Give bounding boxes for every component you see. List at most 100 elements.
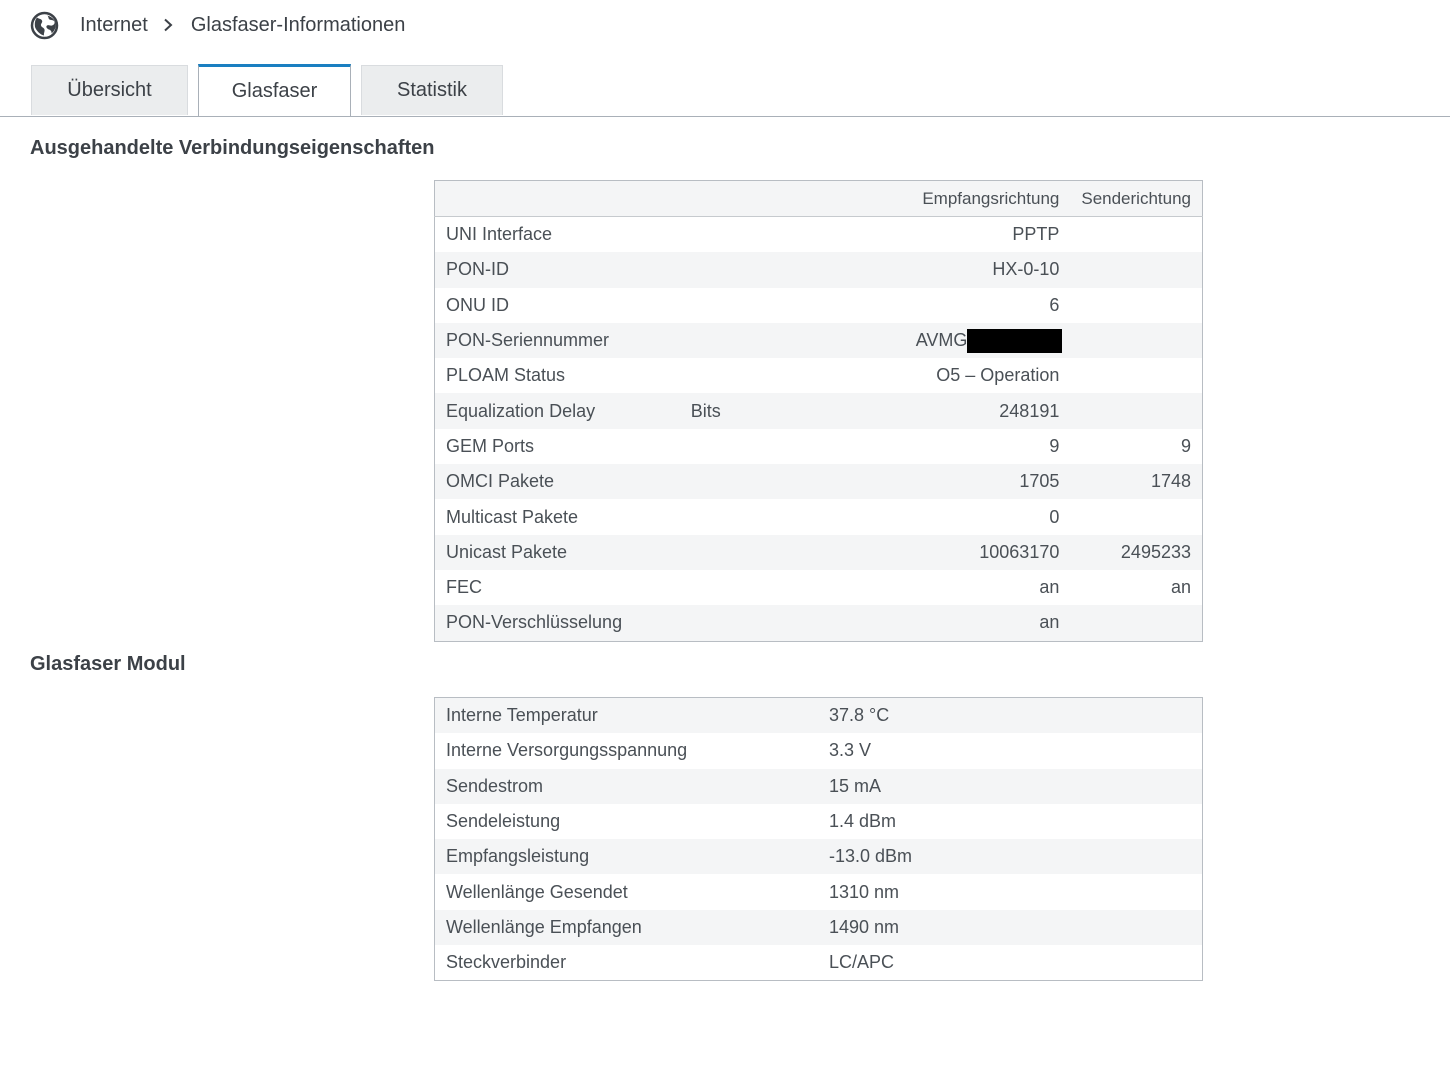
- header-unit: [679, 180, 813, 217]
- row-tx-value: 1748: [1070, 464, 1203, 500]
- table-row: Equalization Delay Bits 248191: [434, 393, 1203, 429]
- row-unit: [680, 358, 813, 393]
- table-row: Unicast Pakete 10063170 2495233: [434, 534, 1203, 570]
- row-label: ONU ID: [446, 294, 509, 315]
- row-value: LC/APC: [829, 952, 895, 973]
- row-label: PON-Seriennummer: [434, 322, 680, 359]
- table-row: GEM Ports 9 9: [435, 429, 1203, 464]
- table-header-row: Empfangsrichtung Senderichtung: [434, 180, 1203, 217]
- row-rx-value: 10063170: [812, 534, 1071, 570]
- tab-statistik[interactable]: Statistik: [361, 65, 503, 115]
- connection-heading: Ausgehandelte Verbindungseigenschaften: [30, 137, 435, 159]
- row-tx-value: 2495233: [1070, 534, 1203, 570]
- table-row: Interne Temperatur 37.8 °C: [434, 697, 1203, 734]
- row-label: PON-Verschlüsselung: [434, 605, 680, 642]
- row-unit: [679, 322, 813, 359]
- module-heading: Glasfaser Modul: [30, 653, 186, 675]
- table-row: Empfangsleistung -13.0 dBm: [434, 839, 1203, 875]
- table-row: UNI Interface PPTP: [435, 217, 1203, 253]
- row-label: UNI Interface: [446, 224, 553, 245]
- row-tx-value: [1070, 217, 1202, 253]
- table-row: PON-Verschlüsselung an: [434, 605, 1203, 642]
- breadcrumb-current: Glasfaser-Informationen: [190, 13, 406, 36]
- row-label: PLOAM Status: [446, 365, 566, 386]
- table-row: Steckverbinder LC/APC: [435, 945, 1203, 981]
- row-rx-value: 0: [1049, 506, 1060, 527]
- table-row: PLOAM Status O5 – Operation: [435, 358, 1203, 393]
- table-row: Wellenlänge Empfangen 1490 nm: [434, 909, 1203, 946]
- breadcrumb: Internet Glasfaser-Informationen: [30, 10, 405, 40]
- table-row: Sendeleistung 1.4 dBm: [435, 804, 1203, 839]
- row-label: Equalization Delay: [434, 393, 680, 429]
- row-value: 37.8 °C: [818, 697, 1203, 734]
- table-row: PON-Seriennummer AVMG: [434, 322, 1203, 359]
- row-label: Sendeleistung: [446, 811, 561, 832]
- row-label: FEC: [446, 577, 482, 598]
- row-rx-value: 248191: [812, 393, 1071, 429]
- row-label: OMCI Pakete: [434, 464, 680, 500]
- row-value: 1310 nm: [829, 881, 900, 902]
- table-row: Multicast Pakete 0: [435, 499, 1203, 534]
- table-row: OMCI Pakete 1705 1748: [434, 464, 1203, 500]
- serial-prefix: AVMG: [915, 329, 968, 350]
- row-unit: Bits: [679, 393, 813, 429]
- row-label: GEM Ports: [446, 435, 535, 456]
- table-row: ONU ID 6: [435, 288, 1203, 323]
- row-value: -13.0 dBm: [818, 839, 1203, 875]
- connection-table: Empfangsrichtung Senderichtung UNI Inter…: [434, 180, 1203, 642]
- redaction-box: [967, 328, 1063, 353]
- row-unit: [679, 605, 813, 642]
- row-tx-value: [1070, 322, 1203, 359]
- module-table: Interne Temperatur 37.8 °C Interne Versorg…: [434, 697, 1203, 982]
- row-label: Steckverbinder: [446, 952, 567, 973]
- row-value: 1.4 dBm: [829, 811, 897, 832]
- row-value: 15 mA: [818, 768, 1203, 804]
- row-rx-value: O5 – Operation: [936, 365, 1060, 386]
- tab-glasfaser[interactable]: Glasfaser: [198, 64, 351, 116]
- header-empty: [434, 180, 680, 217]
- row-label: Sendestrom: [434, 768, 818, 804]
- row-rx-value: 9: [1049, 435, 1060, 456]
- row-unit: [680, 499, 813, 534]
- table-row: Interne Versorgungsspannung 3.3 V: [435, 733, 1203, 768]
- row-unit: [680, 217, 813, 253]
- row-tx-value: [1070, 252, 1203, 288]
- breadcrumb-internet-link[interactable]: Internet: [80, 14, 148, 37]
- row-rx-value: an: [812, 605, 1071, 642]
- row-label: Wellenlänge Empfangen: [434, 909, 818, 946]
- row-label: Empfangsleistung: [434, 839, 818, 875]
- chevron-right-icon: [162, 18, 174, 32]
- row-unit: [680, 288, 813, 323]
- table-row: Wellenlänge Gesendet 1310 nm: [435, 874, 1203, 909]
- globe-icon: [30, 11, 59, 40]
- row-unit: [679, 252, 813, 288]
- tab-uebersicht[interactable]: Übersicht: [31, 65, 188, 115]
- row-label: Unicast Pakete: [434, 534, 680, 570]
- row-tx-value: 9: [1180, 435, 1191, 456]
- table-row: FEC an an: [435, 570, 1203, 605]
- row-label: Multicast Pakete: [446, 506, 579, 527]
- row-unit: [680, 570, 813, 605]
- row-rx-value: AVMG: [812, 322, 1071, 359]
- row-label: Wellenlänge Gesendet: [446, 881, 628, 902]
- row-rx-value: HX-0-10: [812, 252, 1071, 288]
- row-tx-value: [1070, 393, 1203, 429]
- header-tx: Senderichtung: [1070, 180, 1203, 217]
- row-label: Interne Temperatur: [434, 697, 818, 734]
- row-unit: [680, 429, 813, 464]
- row-tx-value: [1070, 499, 1202, 534]
- table-row: PON-ID HX-0-10: [434, 252, 1203, 288]
- tab-bar: Übersicht Glasfaser Statistik: [0, 64, 1450, 117]
- row-unit: [679, 534, 813, 570]
- row-rx-value: an: [1039, 577, 1060, 598]
- row-value: 1490 nm: [818, 909, 1203, 946]
- row-rx-value: 1705: [812, 464, 1071, 500]
- row-label: Interne Versorgungsspannung: [446, 740, 688, 761]
- row-unit: [679, 464, 813, 500]
- row-tx-value: [1070, 288, 1202, 323]
- table-row: Sendestrom 15 mA: [434, 768, 1203, 804]
- header-rx: Empfangsrichtung: [812, 180, 1071, 217]
- row-value: 3.3 V: [829, 740, 872, 761]
- row-label: PON-ID: [434, 252, 680, 288]
- row-tx-value: [1070, 358, 1202, 393]
